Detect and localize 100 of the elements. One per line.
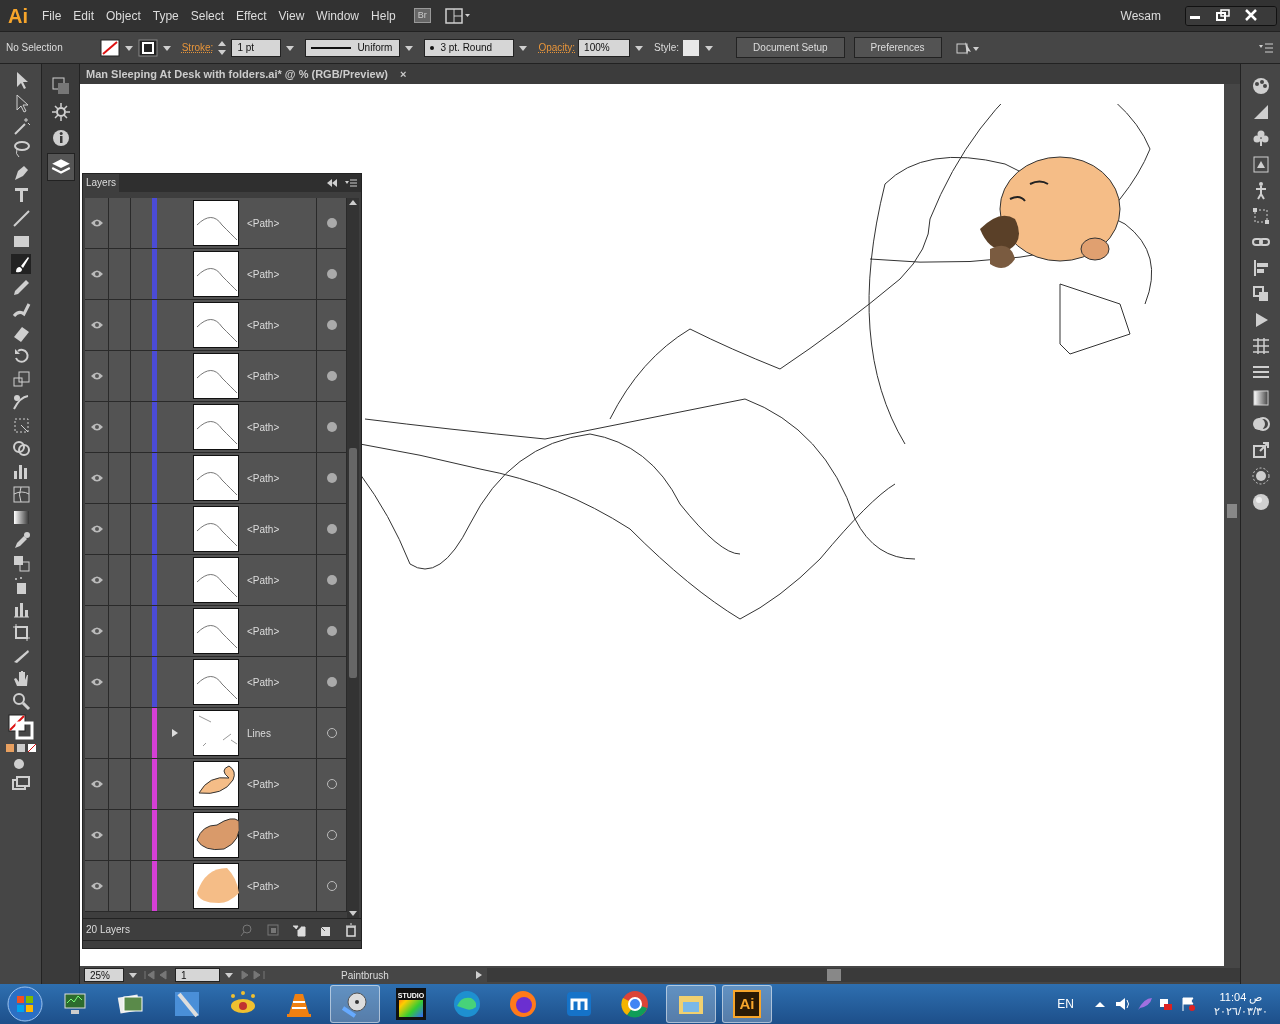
target-icon[interactable] <box>325 217 338 229</box>
stroke-weight-field[interactable]: 1 pt <box>231 38 282 57</box>
taskbar-clock[interactable]: 11:04 ص ٢٠٢٦/٠٣/٣٠ <box>1213 990 1268 1018</box>
language-indicator[interactable]: EN <box>1057 995 1074 1013</box>
scroll-up-icon[interactable] <box>348 198 358 208</box>
vertical-scrollbar[interactable] <box>1224 84 1240 966</box>
workspace-switcher[interactable]: Wesam <box>1114 4 1167 27</box>
target-icon[interactable] <box>325 370 338 382</box>
shape-builder-icon[interactable] <box>10 438 31 458</box>
eye-icon[interactable] <box>89 524 104 534</box>
stroke-swatch[interactable] <box>137 38 158 57</box>
target-icon[interactable] <box>325 574 338 586</box>
transform-icon[interactable] <box>1250 206 1271 226</box>
layer-row[interactable]: Lines <box>85 708 347 759</box>
toolbar-button[interactable]: Preferences <box>853 37 942 58</box>
eye-icon[interactable] <box>89 779 104 789</box>
opacity-label[interactable]: Opacity: <box>538 40 576 55</box>
layer-row[interactable]: <Path> <box>85 759 347 810</box>
zoom-field[interactable]: 25% <box>84 968 124 982</box>
eye-icon[interactable] <box>89 320 104 330</box>
eye-icon[interactable] <box>89 626 104 636</box>
eye-icon[interactable] <box>89 218 104 228</box>
panel-menu-icon[interactable] <box>1258 40 1274 55</box>
eye-icon[interactable] <box>89 473 104 483</box>
menu-item[interactable]: View <box>272 4 311 27</box>
layer-row[interactable]: <Path> <box>85 453 347 504</box>
info-icon[interactable] <box>50 128 71 148</box>
pathfinder-icon[interactable] <box>1250 284 1271 304</box>
menu-item[interactable]: Effect <box>230 4 273 27</box>
zoom-icon[interactable] <box>10 691 31 711</box>
minimize-icon[interactable] <box>1186 6 1214 25</box>
menu-item[interactable]: Help <box>365 4 402 27</box>
artboard-field[interactable]: 1 <box>175 968 220 982</box>
target-icon[interactable] <box>325 472 338 484</box>
menu-item[interactable]: Object <box>100 4 147 27</box>
sphere-icon[interactable] <box>1250 492 1271 512</box>
color-mode-icon[interactable] <box>4 743 37 753</box>
warp-icon[interactable] <box>10 392 31 412</box>
layer-row[interactable]: <Path> <box>85 810 347 861</box>
sun-icon[interactable] <box>1250 466 1271 486</box>
circle-browser-icon[interactable] <box>619 988 651 1020</box>
eye-icon[interactable] <box>89 830 104 840</box>
locate-icon[interactable] <box>240 922 254 937</box>
layer-row[interactable]: <Path> <box>85 198 347 249</box>
close-tab-button[interactable]: × <box>399 65 407 83</box>
scrollbar[interactable] <box>347 198 359 918</box>
layer-row[interactable]: <Path> <box>85 300 347 351</box>
sun-icon[interactable] <box>50 102 71 122</box>
illustrator-app-icon[interactable]: Ai <box>733 990 761 1018</box>
stroke-profile-dropdown[interactable]: Uniform <box>305 38 401 57</box>
mesh-icon[interactable] <box>10 484 31 504</box>
wave-browser-icon[interactable] <box>451 988 483 1020</box>
fox-browser-icon[interactable] <box>507 988 539 1020</box>
transparency-icon[interactable] <box>1250 414 1271 434</box>
target-icon[interactable] <box>325 727 338 739</box>
layer-row[interactable]: <Path> <box>85 249 347 300</box>
horizontal-scrollbar[interactable] <box>487 968 1240 982</box>
panel-tab[interactable]: Layers <box>83 174 119 192</box>
style-swatch[interactable] <box>682 38 701 57</box>
eye-icon[interactable] <box>89 371 104 381</box>
gradient-square-icon[interactable] <box>1250 388 1271 408</box>
menu-item[interactable]: Window <box>310 4 366 27</box>
eye-icon[interactable] <box>89 422 104 432</box>
layer-row[interactable]: <Path> <box>85 861 347 912</box>
start-button[interactable] <box>6 985 44 1023</box>
bridge-button[interactable]: Br <box>413 7 431 24</box>
layers-icon[interactable] <box>47 154 74 180</box>
layer-row[interactable]: <Path> <box>85 351 347 402</box>
graphic-style-icon[interactable] <box>1250 154 1271 174</box>
target-icon[interactable] <box>325 880 338 892</box>
artboard-icon[interactable] <box>10 622 31 642</box>
layer-row[interactable]: <Path> <box>85 606 347 657</box>
target-icon[interactable] <box>325 778 338 790</box>
menu-item[interactable]: Select <box>184 4 231 27</box>
layer-row[interactable]: <Path> <box>85 504 347 555</box>
target-icon[interactable] <box>325 268 338 280</box>
brush-dropdown[interactable]: 3 pt. Round <box>424 38 515 57</box>
target-icon[interactable] <box>325 319 338 331</box>
sublayer-icon[interactable] <box>292 922 306 937</box>
flag-icon[interactable] <box>1179 996 1196 1012</box>
palette-icon[interactable] <box>1250 76 1271 96</box>
menu-item[interactable]: File <box>36 4 68 27</box>
eye-icon[interactable] <box>89 881 104 891</box>
close-icon[interactable] <box>1242 6 1276 25</box>
eye-icon[interactable] <box>89 677 104 687</box>
panel-menu-icon[interactable] <box>344 178 358 188</box>
fill-swatch[interactable] <box>99 38 120 57</box>
screen-mode-icon[interactable] <box>10 775 31 791</box>
clipping-mask-icon[interactable] <box>266 922 280 937</box>
target-icon[interactable] <box>325 829 338 841</box>
target-icon[interactable] <box>325 523 338 535</box>
stroke-label[interactable]: Stroke: <box>181 40 214 55</box>
overlapping-squares-icon[interactable] <box>50 76 71 96</box>
layer-row[interactable]: <Path> <box>85 402 347 453</box>
target-icon[interactable] <box>325 421 338 433</box>
paintbrush-icon[interactable] <box>10 254 31 274</box>
trash-icon[interactable] <box>344 922 358 937</box>
scroll-thumb[interactable] <box>349 448 357 678</box>
eye-icon[interactable] <box>89 269 104 279</box>
layout-icon[interactable] <box>444 7 471 24</box>
